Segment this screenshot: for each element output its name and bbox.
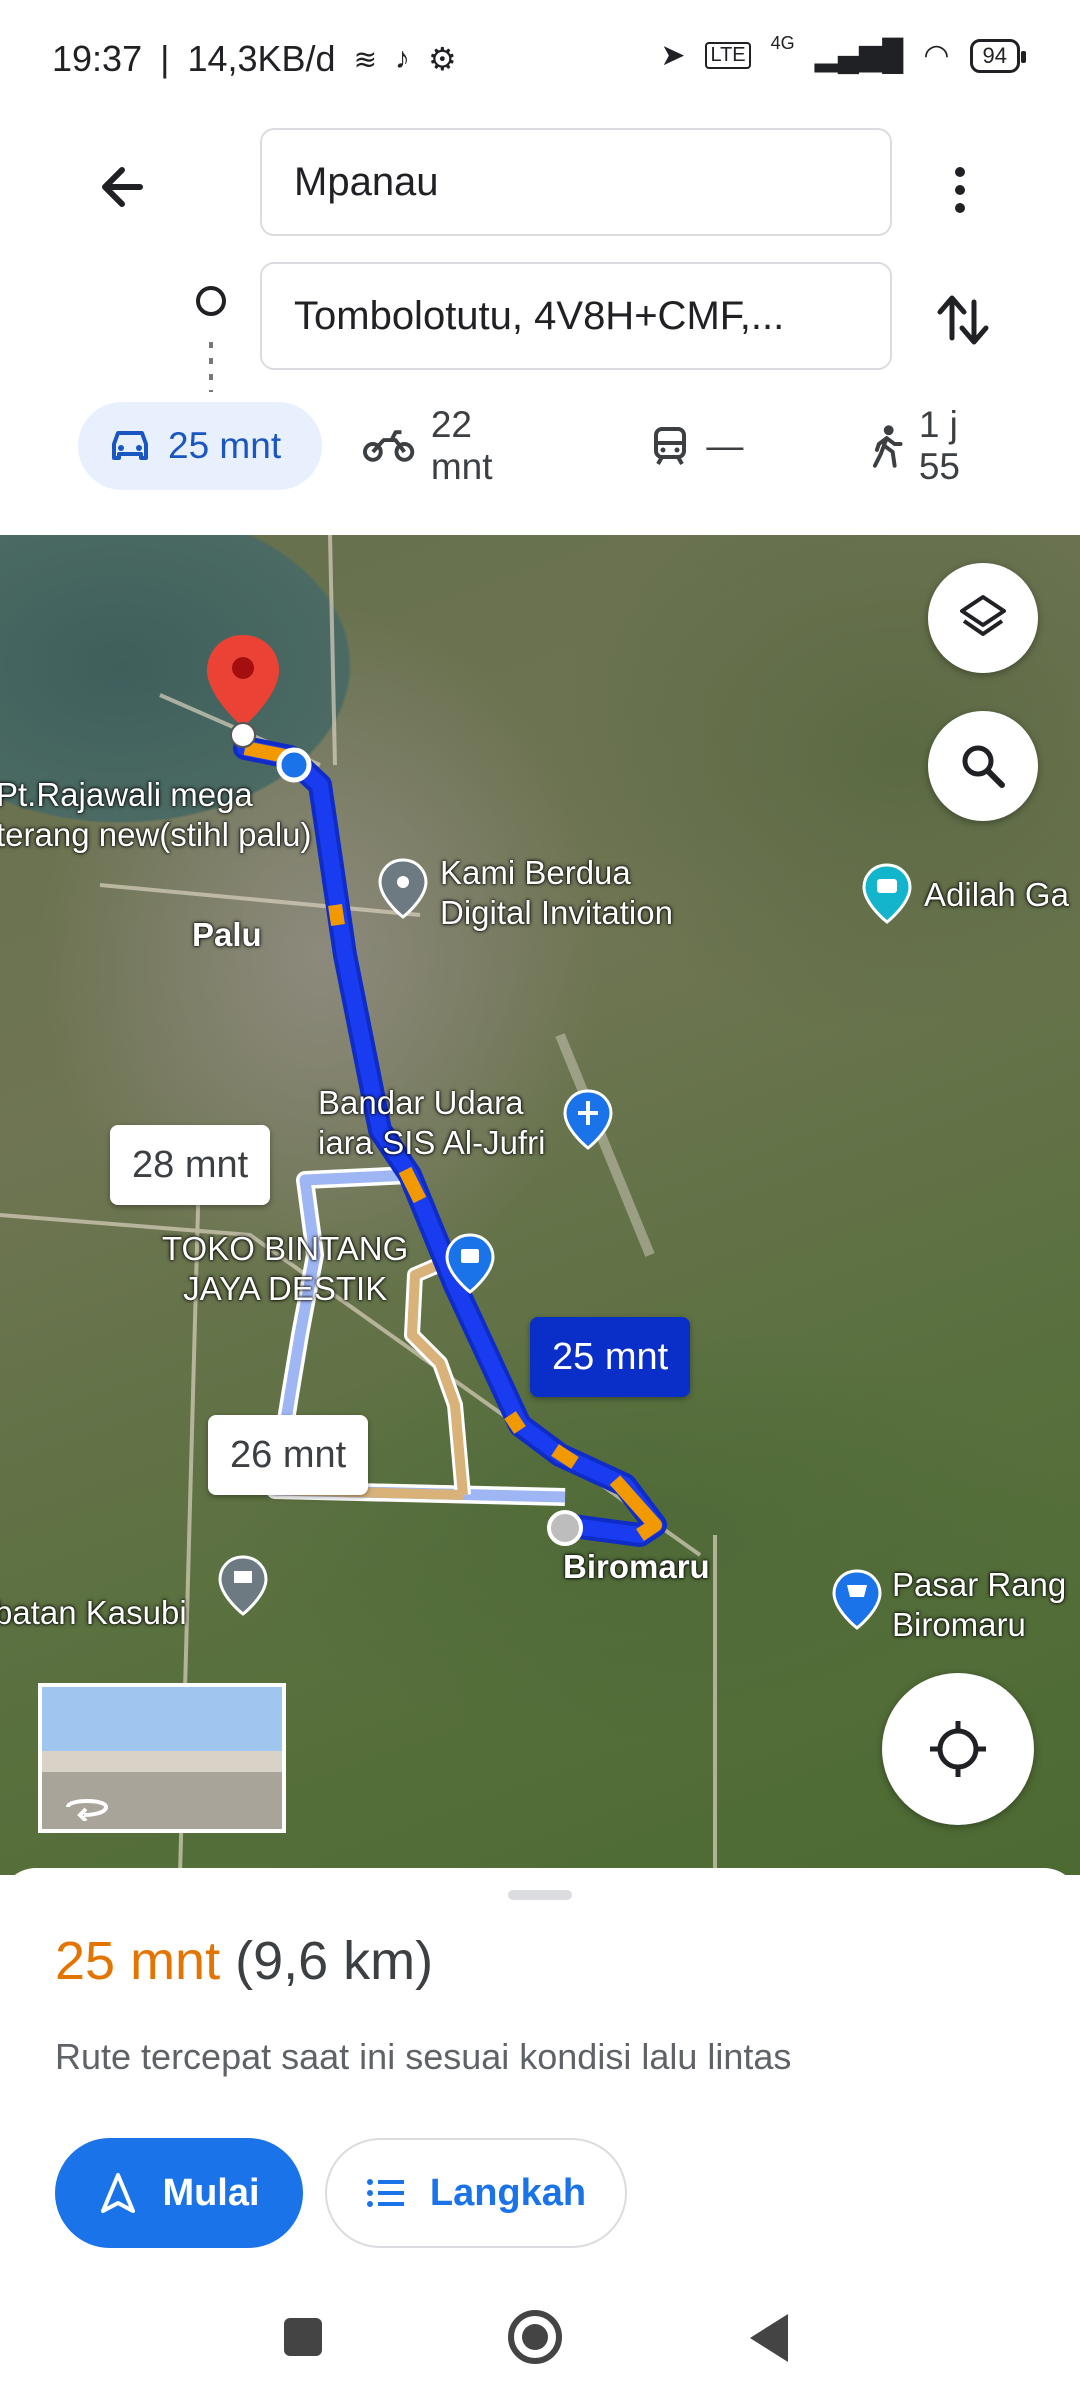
street-view-rotate-icon xyxy=(66,1799,109,1821)
tab-driving[interactable]: 25 mnt xyxy=(78,402,322,490)
origin-dot-icon xyxy=(196,286,226,316)
search-icon xyxy=(962,745,1005,788)
tab-motorcycle-label: 22 mnt xyxy=(430,404,493,487)
my-location-button[interactable] xyxy=(882,1673,1034,1825)
route-distance: (9,6 km) xyxy=(235,1931,434,1991)
travel-mode-tabs: 25 mnt 22 mnt — 1 j 55 xyxy=(78,402,1038,490)
layers-status-icon: ≋ xyxy=(353,43,378,75)
search-map-button[interactable] xyxy=(928,711,1038,821)
map-label-kami-berdua[interactable]: Kami Berdua Digital Invitation xyxy=(440,853,673,933)
status-time: 19:37 xyxy=(52,38,143,79)
tab-driving-label: 25 mnt xyxy=(168,425,282,466)
transit-icon xyxy=(654,427,687,465)
poi-pin-kasubi xyxy=(218,1555,268,1616)
map-view[interactable]: Pt.Rajawali mega terang new(stihl palu) … xyxy=(0,535,1080,1875)
poi-pin-pasar xyxy=(832,1569,882,1630)
location-arrow-icon: ➤ xyxy=(660,39,686,72)
street-view-thumbnail[interactable] xyxy=(38,1683,286,1833)
home-button[interactable] xyxy=(508,2310,562,2364)
walk-icon xyxy=(873,425,903,468)
volte-icon: LTE xyxy=(705,42,751,69)
map-label-biromaru[interactable]: Biromaru xyxy=(563,1547,710,1587)
sheet-drag-handle[interactable] xyxy=(508,1890,572,1900)
waypoint-marker xyxy=(547,1510,583,1546)
map-label-palu[interactable]: Palu xyxy=(192,915,262,955)
map-label-toko-bintang[interactable]: TOKO BINTANG JAYA DESTIK xyxy=(162,1229,408,1309)
tab-walking-label: 1 j 55 xyxy=(918,404,960,487)
route-time: 25 mnt xyxy=(55,1931,221,1991)
more-options-button[interactable] xyxy=(940,150,980,230)
tiktok-icon: ♪ xyxy=(395,42,411,75)
back-arrow-icon xyxy=(102,167,143,207)
map-label-airport[interactable]: Bandar Udara iara SIS Al-Jufri xyxy=(318,1083,545,1163)
destination-map-pin xyxy=(207,635,279,748)
map-label-rajawali[interactable]: Pt.Rajawali mega terang new(stihl palu) xyxy=(0,775,312,855)
route-note: Rute tercepat saat ini sesuai kondisi la… xyxy=(55,2036,792,2077)
tab-transit-label: — xyxy=(706,425,744,466)
wifi-icon: ◠ xyxy=(923,39,950,72)
alt-route-1-bubble[interactable]: 28 mnt xyxy=(110,1125,271,1205)
swap-button[interactable] xyxy=(928,280,998,360)
alt-route-2-bubble[interactable]: 26 mnt xyxy=(208,1415,369,1495)
route-bottom-sheet: 25 mnt (9,6 km) Rute tercepat saat ini s… xyxy=(0,1868,1080,2288)
system-nav-bar xyxy=(0,2288,1080,2400)
my-location-icon xyxy=(930,1721,986,1777)
start-button-label: Mulai xyxy=(162,2171,260,2214)
status-data-rate: 14,3KB/d xyxy=(187,38,336,79)
more-vert-icon xyxy=(955,167,965,213)
navigation-arrow-icon xyxy=(101,2173,136,2213)
battery-icon: 94 xyxy=(969,38,1027,73)
settings-status-icon: ⚙ xyxy=(428,41,457,77)
origin-field[interactable]: Mpanau xyxy=(260,128,892,236)
tab-motorcycle[interactable]: 22 mnt xyxy=(332,402,573,490)
network-label: 4G xyxy=(770,33,795,53)
poi-pin-gray xyxy=(378,858,428,919)
poi-pin-camera xyxy=(862,863,912,924)
tab-walking[interactable]: 1 j 55 xyxy=(839,402,1038,490)
route-overlay xyxy=(0,535,912,1875)
list-icon xyxy=(366,2179,404,2207)
main-route-bubble[interactable]: 25 mnt xyxy=(530,1317,691,1397)
start-button[interactable]: Mulai xyxy=(55,2138,303,2248)
layers-icon xyxy=(960,595,1006,636)
map-label-pasar[interactable]: Pasar Rang Biromaru xyxy=(892,1565,1066,1645)
swap-vert-icon xyxy=(937,295,989,345)
motorcycle-icon xyxy=(362,430,414,462)
signal-icon: ▂▄▆█ xyxy=(814,39,904,72)
map-label-adilah[interactable]: Adilah Ga xyxy=(924,875,1069,915)
layers-button[interactable] xyxy=(928,563,1038,673)
route-dots-divider xyxy=(209,342,213,392)
map-label-kasubi[interactable]: batan Kasubi xyxy=(0,1593,187,1633)
status-bar: 19:37 | 14,3KB/d ≋ ♪ ⚙ ➤ LTE 4G ▂▄▆█ ◠ 9… xyxy=(0,0,1080,120)
steps-button-label: Langkah xyxy=(429,2171,587,2214)
tab-transit[interactable]: — xyxy=(620,402,773,490)
destination-field[interactable]: Tombolotutu, 4V8H+CMF,... xyxy=(260,262,892,370)
car-icon xyxy=(112,431,148,460)
back-button[interactable] xyxy=(88,152,158,222)
recents-button[interactable] xyxy=(284,2318,322,2356)
route-summary: 25 mnt (9,6 km) xyxy=(55,1930,433,1992)
system-back-button[interactable] xyxy=(750,2314,788,2362)
steps-button[interactable]: Langkah xyxy=(325,2138,627,2248)
